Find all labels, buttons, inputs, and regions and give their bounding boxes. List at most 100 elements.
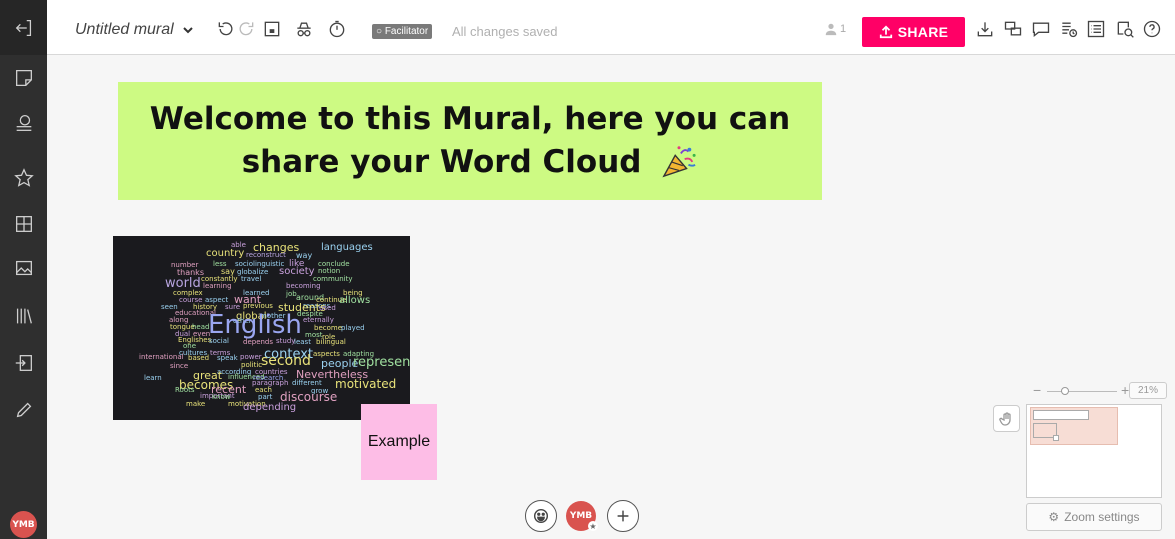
import-icon — [15, 355, 32, 371]
minimap-sticky — [1053, 435, 1059, 441]
word-cloud-word: travel — [241, 275, 262, 283]
undo-button[interactable] — [215, 18, 237, 40]
library-icon — [16, 308, 32, 324]
images-tool[interactable] — [0, 248, 47, 288]
help-button[interactable] — [1141, 18, 1163, 40]
minimap-banner — [1033, 410, 1089, 420]
share-button[interactable]: SHARE — [862, 17, 965, 47]
shapes-icon — [16, 115, 31, 131]
share-label: SHARE — [897, 24, 949, 40]
undo-icon — [218, 22, 233, 36]
zoom-in-button[interactable]: + — [1121, 382, 1129, 398]
mural-app: YMB Untitled mural ○ Facilitator All cha… — [0, 0, 1175, 539]
collaborator-initials: YMB — [569, 511, 593, 521]
chevron-down-icon[interactable] — [182, 24, 194, 36]
search-button[interactable] — [1114, 18, 1136, 40]
word-cloud-word: languages — [321, 242, 373, 253]
mural-title-menu[interactable]: Untitled mural — [75, 21, 194, 39]
export-button[interactable] — [974, 18, 996, 40]
banner-line-2: share your Word Cloud — [241, 144, 642, 180]
word-cloud-word: previous — [243, 302, 273, 310]
sticky-note-icon — [15, 70, 32, 86]
zoom-slider[interactable] — [1047, 391, 1117, 392]
plus-icon — [617, 510, 629, 522]
facilitator-label: Facilitator — [384, 26, 429, 37]
word-cloud-word: played — [341, 324, 365, 332]
online-users[interactable]: 1 — [824, 22, 846, 36]
word-cloud-word: speak — [217, 354, 238, 362]
minimap[interactable] — [1026, 404, 1162, 498]
word-cloud-word: Roots — [175, 386, 195, 394]
help-icon — [1143, 20, 1161, 38]
grid-icon — [15, 216, 32, 232]
facilitator-badge[interactable]: ○ Facilitator — [372, 24, 433, 39]
private-mode-button[interactable] — [293, 18, 315, 40]
upload-icon — [879, 25, 892, 39]
star-icon — [13, 168, 34, 187]
word-cloud-word: notion — [318, 267, 341, 275]
collaborator-avatar[interactable]: YMB ★ — [566, 501, 598, 531]
word-cloud-word: becoming — [286, 282, 321, 290]
exit-mural-button[interactable] — [0, 0, 47, 55]
mural-title[interactable]: Untitled mural — [75, 21, 174, 39]
download-icon — [977, 22, 993, 37]
word-cloud-image[interactable]: able changes languages country reconstruct wa… — [113, 236, 410, 420]
activity-button[interactable] — [1002, 18, 1024, 40]
list-icon — [1087, 20, 1105, 38]
image-icon — [15, 260, 32, 276]
search-icon — [1117, 21, 1134, 38]
save-status: All changes saved — [452, 24, 558, 39]
facilitator-dot-icon: ○ — [376, 26, 385, 37]
summary-icon — [1062, 22, 1078, 38]
word-cloud-word: based — [188, 354, 210, 362]
zoom-settings-label: Zoom settings — [1064, 510, 1140, 524]
user-avatar[interactable]: YMB — [10, 511, 37, 538]
templates-tool[interactable] — [0, 296, 47, 336]
word-cloud-word: society — [279, 266, 315, 277]
exit-icon — [15, 19, 31, 36]
zoom-slider-handle[interactable] — [1061, 387, 1069, 395]
word-cloud-word: study — [276, 337, 296, 345]
zoom-settings-button[interactable]: ⚙ Zoom settings — [1026, 503, 1162, 531]
shapes-tool[interactable] — [0, 103, 47, 143]
party-popper-icon — [662, 146, 696, 178]
word-cloud-word: eternally — [303, 316, 334, 324]
chat-button[interactable] — [1030, 18, 1052, 40]
word-cloud-word: reconstruct — [246, 251, 286, 259]
outline-icon — [264, 21, 280, 37]
frameworks-tool[interactable] — [0, 204, 47, 244]
bottom-controls: YMB ★ — [525, 500, 640, 534]
invite-button[interactable] — [607, 500, 639, 532]
redo-button[interactable] — [235, 18, 257, 40]
draw-tool[interactable] — [0, 390, 47, 430]
word-cloud-word: country — [206, 248, 245, 259]
sticky-note[interactable]: Example — [361, 404, 437, 480]
zoom-out-button[interactable]: − — [1033, 382, 1041, 398]
word-cloud-word: since — [170, 362, 189, 370]
outline-button[interactable] — [261, 18, 283, 40]
zoom-level[interactable]: 21% — [1129, 382, 1167, 399]
icons-tool[interactable] — [0, 158, 47, 198]
word-cloud-word: depending — [243, 402, 297, 413]
word-cloud-word: depends — [243, 338, 274, 346]
word-cloud-word: English — [208, 310, 302, 340]
timer-button[interactable] — [326, 18, 348, 40]
summary-button[interactable] — [1058, 18, 1080, 40]
reactions-button[interactable] — [525, 500, 557, 532]
sticky-note-tool[interactable] — [0, 58, 47, 98]
pencil-icon — [16, 402, 31, 418]
incognito-icon — [297, 22, 311, 37]
word-cloud-word: bilingual — [316, 338, 346, 346]
word-cloud-word: motivated — [335, 377, 397, 391]
timer-icon — [329, 20, 345, 38]
minimap-viewport[interactable] — [1030, 407, 1118, 445]
word-cloud-word: different — [292, 379, 322, 387]
outline-list-button[interactable] — [1085, 18, 1107, 40]
zoom-control: − + 21% — [1033, 382, 1167, 400]
import-tool[interactable] — [0, 343, 47, 383]
word-cloud-word: power — [240, 353, 262, 361]
pan-tool-button[interactable] — [993, 405, 1020, 432]
activity-icon — [1004, 21, 1022, 36]
welcome-banner[interactable]: Welcome to this Mural, here you can shar… — [118, 82, 822, 200]
gear-icon: ⚙ — [1048, 510, 1060, 524]
